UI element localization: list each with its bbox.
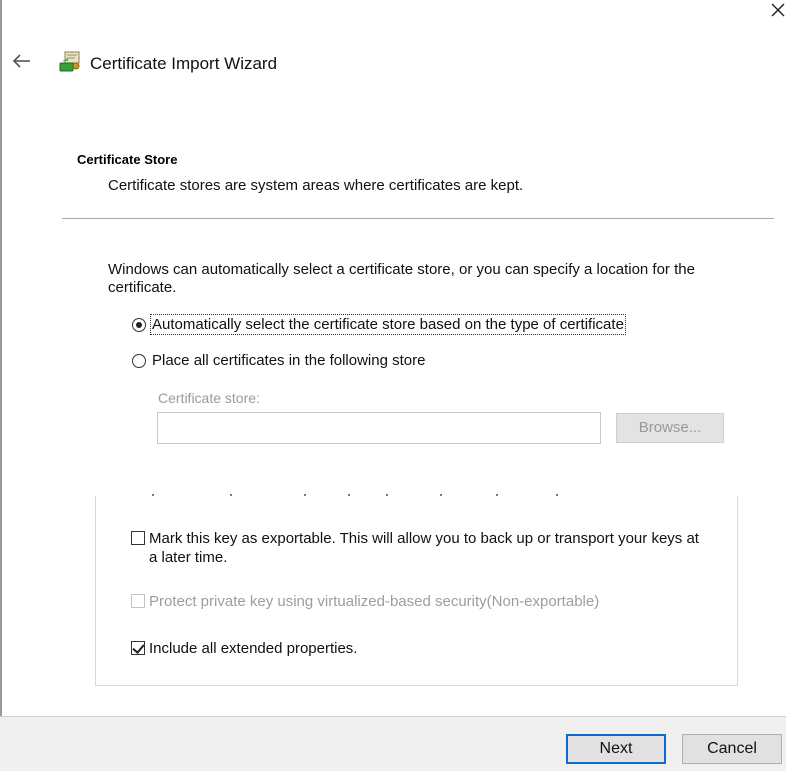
certificate-store-label: Certificate store: <box>158 390 260 406</box>
radio-place-in-store-button[interactable] <box>132 353 146 368</box>
wizard-title: Certificate Import Wizard <box>90 54 278 73</box>
next-button[interactable]: Next <box>566 734 666 764</box>
exportable-checkbox[interactable] <box>131 531 145 545</box>
vbs-protect-label: Protect private key using virtualized-ba… <box>149 593 600 610</box>
radio-place-in-store[interactable]: Place all certificates in the following … <box>132 352 425 369</box>
wizard-footer <box>0 716 786 771</box>
close-icon[interactable] <box>770 2 786 24</box>
certificate-store-field[interactable] <box>157 412 601 444</box>
radio-auto-select-label[interactable]: Automatically select the certificate sto… <box>150 314 626 335</box>
back-arrow-glyph <box>12 54 30 68</box>
option-exportable[interactable]: Mark this key as exportable. This will a… <box>131 529 711 567</box>
exportable-label[interactable]: Mark this key as exportable. This will a… <box>149 529 711 567</box>
extended-properties-label[interactable]: Include all extended properties. <box>149 639 357 658</box>
section-description: Certificate stores are system areas wher… <box>108 177 524 194</box>
intro-text: Windows can automatically select a certi… <box>108 261 695 296</box>
section-heading: Certificate Store <box>77 152 178 167</box>
extended-properties-checkbox[interactable] <box>131 641 145 655</box>
radio-auto-select-button[interactable] <box>132 317 146 332</box>
close-x-glyph <box>771 3 785 17</box>
browse-button[interactable]: Browse... <box>616 413 724 443</box>
header-divider <box>62 218 774 219</box>
option-extended-properties[interactable]: Include all extended properties. <box>131 639 357 658</box>
cancel-button[interactable]: Cancel <box>682 734 782 764</box>
window-border <box>0 0 2 771</box>
back-arrow-icon[interactable] <box>12 52 36 74</box>
radio-auto-select[interactable]: Automatically select the certificate sto… <box>132 314 626 335</box>
radio-place-in-store-label[interactable]: Place all certificates in the following … <box>152 352 425 369</box>
vbs-protect-checkbox <box>131 594 145 608</box>
certificate-wizard-icon <box>57 49 83 75</box>
option-vbs-protect: Protect private key using virtualized-ba… <box>131 592 599 611</box>
